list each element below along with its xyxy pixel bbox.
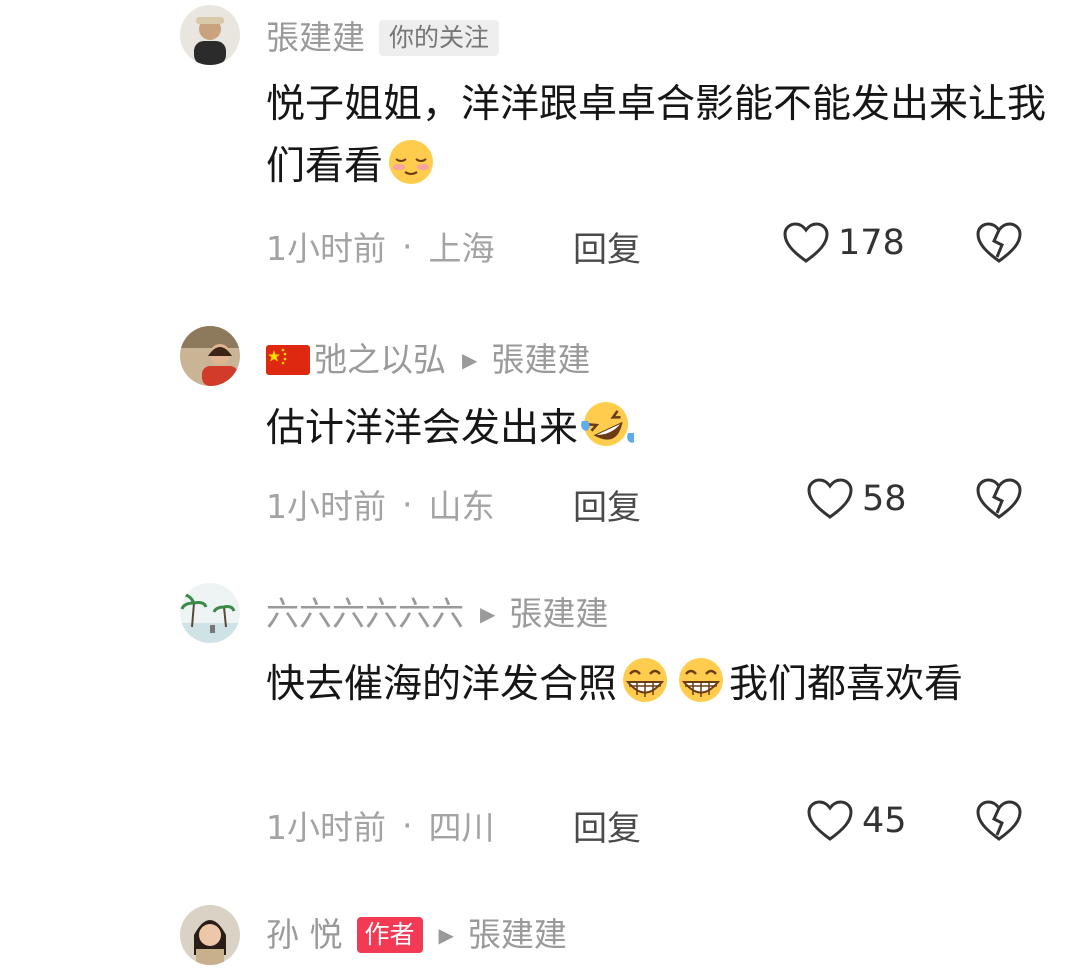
rofl-emoji-icon	[578, 399, 636, 449]
reply-arrow-icon: ▶	[462, 348, 478, 372]
broken-heart-icon[interactable]	[975, 477, 1023, 521]
like-button[interactable]: 45	[806, 799, 907, 843]
author-badge: 作者	[356, 917, 423, 953]
like-count: 45	[862, 801, 907, 841]
comment-time: 1小时前	[266, 229, 386, 268]
reply-to-name[interactable]: 張建建	[491, 340, 590, 380]
like-count: 178	[838, 223, 905, 263]
shy-smile-emoji-icon	[383, 137, 439, 187]
heart-icon	[807, 478, 853, 519]
heart-icon	[807, 800, 853, 841]
comment-location: 四川	[428, 808, 495, 847]
avatar[interactable]	[180, 326, 240, 386]
comment-text: 估计洋洋会发出来	[266, 398, 1046, 460]
avatar[interactable]	[180, 583, 240, 643]
comment-time: 1小时前	[266, 487, 386, 526]
grin-emoji-icon	[617, 655, 673, 705]
comment-text: 快去催海的洋发合照 我们都喜欢看	[266, 654, 1046, 716]
comment-time: 1小时前	[266, 808, 386, 847]
avatar[interactable]	[180, 905, 240, 965]
comment-text: 悦子姐姐，洋洋跟卓卓合影能不能发出来让我们看看	[266, 82, 1047, 189]
reply-button[interactable]: 回复	[573, 801, 641, 850]
following-badge: 你的关注	[379, 20, 500, 56]
heart-icon	[783, 222, 829, 263]
reply-arrow-icon: ▶	[480, 602, 496, 626]
comment-location: 山东	[428, 487, 495, 526]
author-name[interactable]: 張建建	[266, 18, 365, 58]
comment-meta: 1小时前 · 上海	[266, 222, 495, 270]
author-name[interactable]: 弛之以弘	[314, 340, 446, 380]
comment-meta: 1小时前 · 山东	[266, 480, 495, 528]
reply-arrow-icon: ▶	[438, 923, 454, 947]
reply-button[interactable]: 回复	[573, 480, 641, 529]
avatar[interactable]	[180, 5, 240, 65]
grin-emoji-icon	[673, 655, 729, 705]
author-name[interactable]: 六六六六六六	[266, 594, 464, 634]
like-button[interactable]: 58	[806, 477, 907, 521]
comment-location: 上海	[428, 229, 495, 268]
author-name[interactable]: 孙 悦	[266, 915, 343, 955]
like-button[interactable]: 178	[782, 221, 905, 265]
broken-heart-icon[interactable]	[975, 799, 1023, 843]
like-count: 58	[862, 479, 907, 519]
comment-meta: 1小时前 · 四川	[266, 801, 495, 849]
broken-heart-icon[interactable]	[975, 221, 1023, 265]
reply-to-name[interactable]: 張建建	[509, 594, 608, 634]
reply-to-name[interactable]: 張建建	[468, 915, 567, 955]
china-flag-icon	[266, 345, 310, 375]
reply-button[interactable]: 回复	[573, 222, 641, 271]
